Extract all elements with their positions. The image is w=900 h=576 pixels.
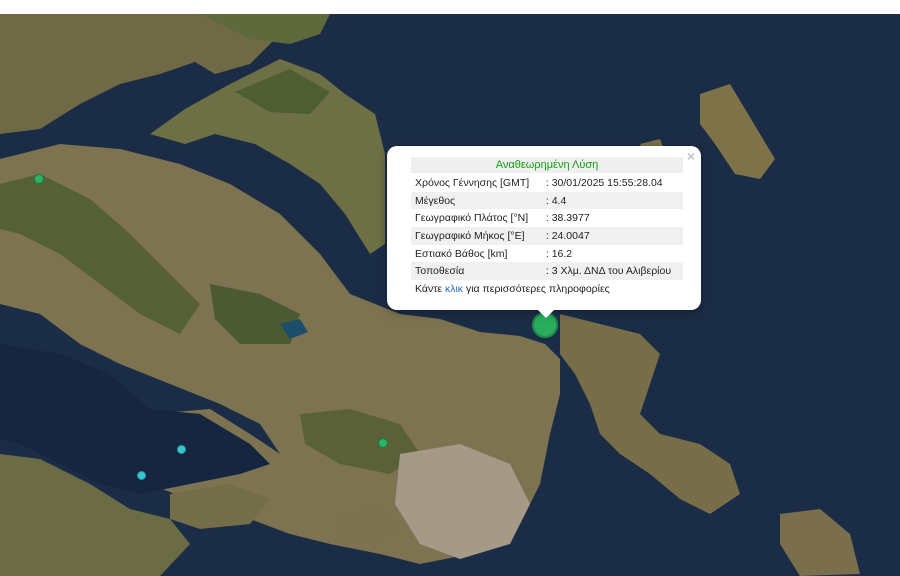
row-label: Γεωγραφικό Μήκος [°E]: [411, 227, 540, 245]
more-prefix: Κάντε: [415, 283, 445, 296]
row-label: Τοποθεσία: [411, 262, 540, 281]
quake-marker-gulf-1[interactable]: [177, 445, 186, 454]
table-row: Μέγεθος : 4.4: [411, 191, 683, 210]
close-icon[interactable]: ×: [687, 148, 695, 164]
row-value: : 3 Χλμ. ΔΝΔ του Αλιβερίου: [539, 262, 683, 281]
row-value: : 24.0047: [539, 227, 683, 245]
quake-marker-central[interactable]: [378, 438, 388, 448]
quake-marker-west[interactable]: [34, 174, 44, 184]
earthquake-info-popup: × Αναθεωρημένη Λύση Χρόνος Γέννησης [GMT…: [387, 146, 701, 318]
more-info-text: Κάντε κλικ για περισσότερες πληροφορίες: [411, 280, 683, 298]
row-label: Μέγεθος: [411, 191, 540, 210]
row-value: : 16.2: [545, 247, 573, 260]
table-row: Γεωγραφικό Πλάτος [°N] : 38.3977: [411, 209, 683, 227]
popup-title: Αναθεωρημένη Λύση: [411, 157, 683, 173]
row-label: Γεωγραφικό Πλάτος [°N]: [415, 212, 529, 225]
row-value: : 38.3977: [545, 212, 590, 225]
row-label: Εστιακό Βάθος [km]: [415, 247, 508, 260]
table-row: Εστιακό Βάθος [km] : 16.2: [411, 245, 683, 263]
table-row: Τοποθεσία : 3 Χλμ. ΔΝΔ του Αλιβερίου: [411, 262, 683, 281]
more-info-link[interactable]: κλικ: [445, 283, 463, 295]
popup-tip: [538, 310, 554, 318]
row-value: : 4.4: [539, 191, 683, 210]
more-suffix: για περισσότερες πληροφορίες: [463, 283, 610, 296]
table-row: Χρόνος Γέννησης [GMT] : 30/01/2025 15:55…: [411, 174, 683, 192]
row-label: Χρόνος Γέννησης [GMT]: [415, 176, 530, 189]
earthquake-info-table: Χρόνος Γέννησης [GMT] : 30/01/2025 15:55…: [411, 174, 683, 281]
table-row: Γεωγραφικό Μήκος [°E] : 24.0047: [411, 227, 683, 245]
row-value: : 30/01/2025 15:55:28.04: [545, 176, 663, 189]
quake-marker-gulf-2[interactable]: [137, 471, 146, 480]
